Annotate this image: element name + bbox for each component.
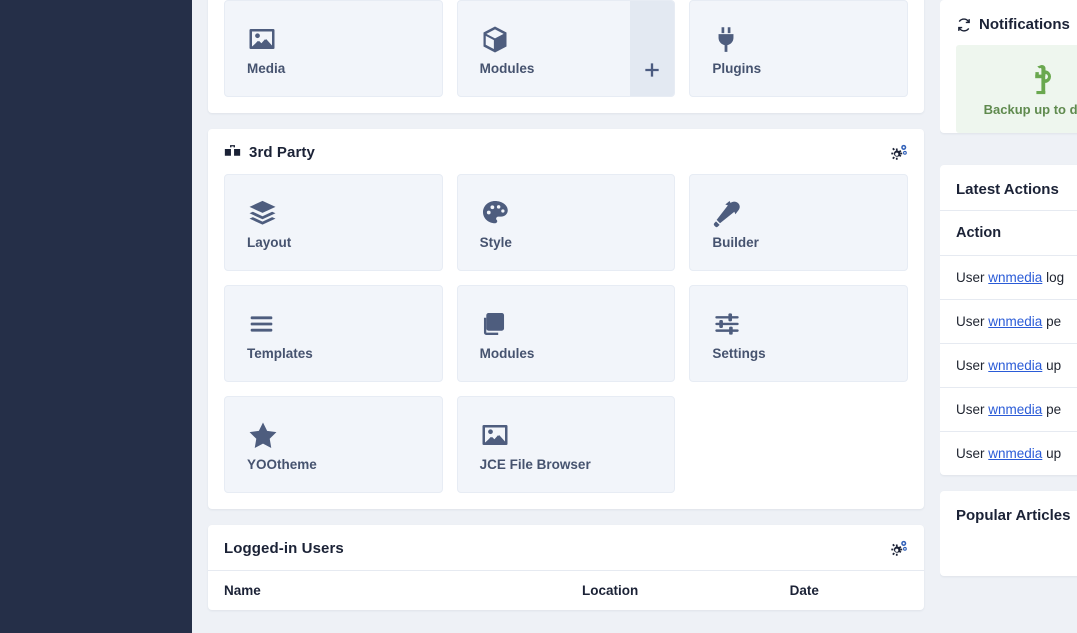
- row-prefix: User: [956, 314, 985, 329]
- user-link[interactable]: wnmedia: [988, 446, 1042, 461]
- third-party-grid: Layout Style Builder Templates Modules S…: [208, 174, 924, 509]
- tile-settings[interactable]: Settings: [689, 285, 908, 382]
- tile-label: Style: [479, 235, 512, 250]
- notifications-title: Notifications: [979, 16, 1070, 33]
- popular-articles-panel: Popular Articles: [940, 491, 1077, 576]
- user-link[interactable]: wnmedia: [988, 358, 1042, 373]
- latest-actions-header: Latest Actions: [940, 165, 1077, 210]
- tile-yootheme[interactable]: YOOtheme: [224, 396, 443, 493]
- list-item: User wnmedia pe: [940, 387, 1077, 431]
- tile-media[interactable]: Media: [224, 0, 443, 97]
- row-suffix: log: [1046, 270, 1065, 285]
- tile-modules-3rd[interactable]: Modules: [456, 285, 676, 382]
- row-prefix: User: [956, 270, 985, 285]
- tile-plugins[interactable]: Plugins: [689, 0, 908, 97]
- right-sidebar-column: Notifications Backup up to date: [940, 0, 1077, 633]
- notification-item-backup[interactable]: Backup up to date: [956, 45, 1077, 133]
- third-party-title: 3rd Party: [249, 144, 315, 161]
- column-header-date[interactable]: Date: [773, 570, 924, 610]
- list-item: User wnmedia pe: [940, 299, 1077, 343]
- tile-label: Media: [247, 61, 286, 76]
- tile-builder[interactable]: Builder: [689, 174, 908, 271]
- tile-empty-slot: [689, 396, 908, 493]
- cogs-icon[interactable]: [889, 143, 908, 162]
- tile-label: Builder: [712, 235, 759, 250]
- column-header-location[interactable]: Location: [566, 570, 774, 610]
- row-suffix: up: [1046, 358, 1062, 373]
- tile-label: Modules: [479, 346, 535, 361]
- row-suffix: pe: [1046, 314, 1062, 329]
- list-item: User wnmedia up: [940, 343, 1077, 387]
- third-party-panel: 3rd Party Layout Style Builder Templates…: [208, 129, 924, 509]
- sync-icon: [956, 17, 972, 33]
- logged-in-users-panel: Logged-in Users Name Location Date: [208, 525, 924, 610]
- third-party-header: 3rd Party: [208, 129, 924, 174]
- joomla-logo-icon: [1026, 62, 1054, 96]
- sliders-icon: [712, 306, 907, 342]
- tile-label: Templates: [247, 346, 313, 361]
- row-prefix: User: [956, 402, 985, 417]
- user-link[interactable]: wnmedia: [988, 402, 1042, 417]
- popular-articles-title: Popular Articles: [956, 507, 1071, 524]
- notifications-header: Notifications: [940, 0, 1077, 45]
- popular-articles-header: Popular Articles: [940, 491, 1077, 536]
- add-module-button[interactable]: [630, 1, 675, 96]
- bars-icon: [247, 306, 442, 342]
- row-prefix: User: [956, 446, 985, 461]
- logged-in-users-header: Logged-in Users: [208, 525, 924, 570]
- tile-label: Settings: [712, 346, 766, 361]
- row-prefix: User: [956, 358, 985, 373]
- user-link[interactable]: wnmedia: [988, 314, 1042, 329]
- quick-icons-grid: Media Modules Plugins: [208, 0, 924, 113]
- tile-jce-file-browser[interactable]: JCE File Browser: [456, 396, 676, 493]
- list-item: User wnmedia up: [940, 431, 1077, 475]
- latest-actions-panel: Latest Actions Action User wnmedia log U…: [940, 165, 1077, 475]
- tile-style[interactable]: Style: [456, 174, 676, 271]
- latest-actions-title: Latest Actions: [956, 181, 1059, 198]
- table-header-row: Name Location Date: [208, 570, 924, 610]
- tile-label: Layout: [247, 235, 292, 250]
- row-suffix: pe: [1046, 402, 1062, 417]
- column-header-action[interactable]: Action: [940, 210, 1077, 255]
- layers-icon: [247, 195, 442, 231]
- tile-label: JCE File Browser: [479, 457, 591, 472]
- image-icon: [480, 417, 675, 453]
- tile-layout[interactable]: Layout: [224, 174, 443, 271]
- admin-dashboard: Media Modules Plugins 3rd Party Layout S…: [0, 0, 1077, 633]
- boxes-icon: [224, 144, 241, 161]
- tile-templates[interactable]: Templates: [224, 285, 443, 382]
- image-icon: [247, 21, 442, 57]
- row-suffix: up: [1046, 446, 1062, 461]
- main-content-column: Media Modules Plugins 3rd Party Layout S…: [192, 0, 940, 633]
- quick-icons-panel: Media Modules Plugins: [208, 0, 924, 113]
- plug-icon: [712, 21, 907, 57]
- tile-label: Plugins: [712, 61, 762, 76]
- tile-label: YOOtheme: [247, 457, 317, 472]
- user-link[interactable]: wnmedia: [988, 270, 1042, 285]
- star-icon: [247, 417, 442, 453]
- notification-text: Backup up to date: [983, 101, 1077, 117]
- logged-in-users-title: Logged-in Users: [224, 540, 344, 557]
- logged-in-users-table: Name Location Date: [208, 570, 924, 610]
- hammer-icon: [712, 195, 907, 231]
- tile-modules[interactable]: Modules: [456, 0, 676, 97]
- list-item: User wnmedia log: [940, 255, 1077, 299]
- notifications-panel: Notifications Backup up to date: [940, 0, 1077, 133]
- palette-icon: [480, 195, 675, 231]
- copy-icon: [480, 306, 675, 342]
- left-sidebar: [0, 0, 192, 633]
- cogs-icon[interactable]: [889, 539, 908, 558]
- column-header-name[interactable]: Name: [208, 570, 566, 610]
